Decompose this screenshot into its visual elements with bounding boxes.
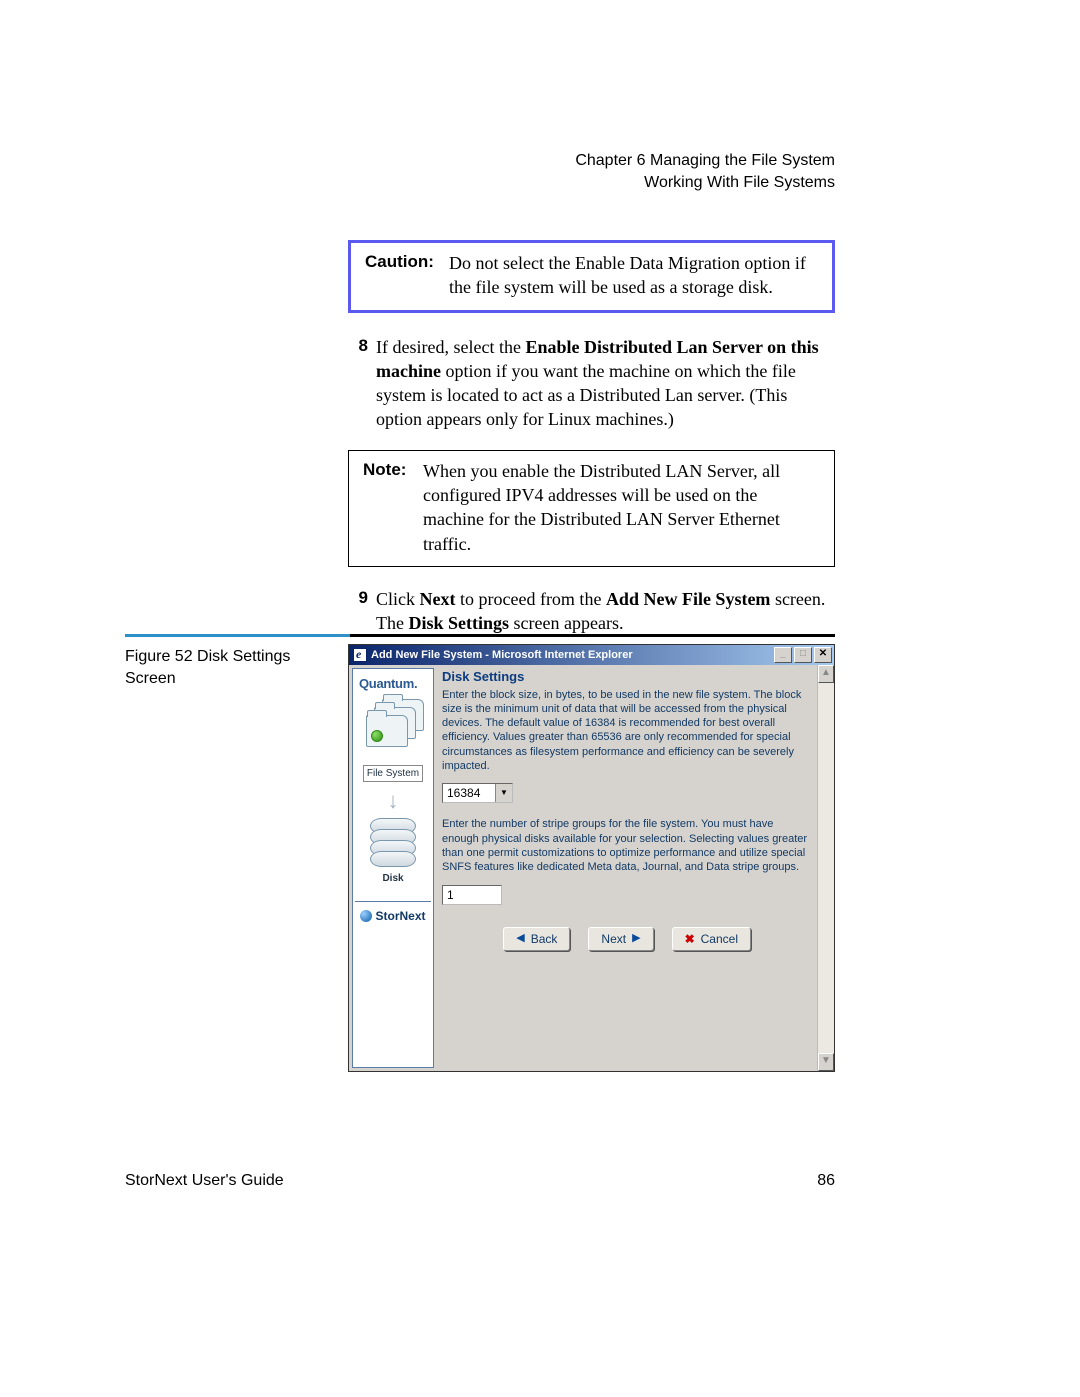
filesystem-icon <box>364 703 422 761</box>
back-button[interactable]: ◀ Back <box>503 927 570 951</box>
wizard-button-bar: ◀ Back Next ▶ ✖ Cancel <box>442 919 811 959</box>
note-box: Note: When you enable the Distributed LA… <box>348 450 835 567</box>
scroll-up-icon[interactable]: ▲ <box>818 665 834 683</box>
ie-window: Add New File System - Microsoft Internet… <box>348 644 835 1072</box>
note-label: Note: <box>363 459 423 556</box>
vertical-scrollbar[interactable]: ▲ ▼ <box>817 665 834 1071</box>
step-number: 8 <box>348 335 368 432</box>
footer-page-number: 86 <box>817 1170 835 1192</box>
dialog-heading: Disk Settings <box>442 668 811 686</box>
filesystem-label: File System <box>363 765 423 783</box>
figure-caption: Figure 52 Disk Settings Screen <box>125 646 325 689</box>
disk-icon <box>367 818 419 867</box>
scroll-down-icon[interactable]: ▼ <box>818 1053 834 1071</box>
disk-label: Disk <box>379 871 406 887</box>
footer-guide: StorNext User's Guide <box>125 1170 284 1192</box>
stripe-groups-input[interactable] <box>442 885 502 905</box>
step-body: Click Next to proceed from the Add New F… <box>376 587 835 636</box>
dialog-para-blocksize: Enter the block size, in bytes, to be us… <box>442 688 811 774</box>
globe-icon <box>360 910 372 922</box>
close-icon: ✖ <box>685 931 695 947</box>
page-footer: StorNext User's Guide 86 <box>125 1170 835 1192</box>
product-logo: StorNext <box>355 901 431 924</box>
figure-rule <box>125 634 835 637</box>
step-8: 8 If desired, select the Enable Distribu… <box>348 335 835 432</box>
cancel-button[interactable]: ✖ Cancel <box>672 927 751 951</box>
window-maximize-button[interactable]: □ <box>794 647 812 663</box>
brand-logo: Quantum. <box>355 675 417 693</box>
arrow-down-icon: ↓ <box>388 790 399 812</box>
section-line: Working With File Systems <box>575 172 835 194</box>
step-body: If desired, select the Enable Distribute… <box>376 335 835 432</box>
page-header: Chapter 6 Managing the File System Worki… <box>575 150 835 193</box>
window-titlebar: Add New File System - Microsoft Internet… <box>349 645 834 665</box>
wizard-sidebar: Quantum. File System ↓ Disk <box>352 668 434 1068</box>
step-number: 9 <box>348 587 368 636</box>
chapter-line: Chapter 6 Managing the File System <box>575 150 835 172</box>
triangle-left-icon: ◀ <box>516 931 524 946</box>
window-close-button[interactable]: ✕ <box>814 647 832 663</box>
dialog-main: Disk Settings Enter the block size, in b… <box>442 668 831 1068</box>
dialog-para-stripe: Enter the number of stripe groups for th… <box>442 817 811 874</box>
next-button[interactable]: Next ▶ <box>588 927 653 951</box>
step-9: 9 Click Next to proceed from the Add New… <box>348 587 835 636</box>
block-size-input[interactable] <box>443 784 495 802</box>
triangle-right-icon: ▶ <box>632 931 640 946</box>
chevron-down-icon[interactable]: ▼ <box>495 784 512 802</box>
window-title: Add New File System - Microsoft Internet… <box>371 648 633 663</box>
caution-label: Caution: <box>365 251 449 300</box>
caution-box: Caution: Do not select the Enable Data M… <box>348 240 835 313</box>
caution-text: Do not select the Enable Data Migration … <box>449 251 818 300</box>
ie-icon <box>353 648 367 662</box>
note-text: When you enable the Distributed LAN Serv… <box>423 459 820 556</box>
window-minimize-button[interactable]: _ <box>774 647 792 663</box>
block-size-select[interactable]: ▼ <box>442 783 513 803</box>
